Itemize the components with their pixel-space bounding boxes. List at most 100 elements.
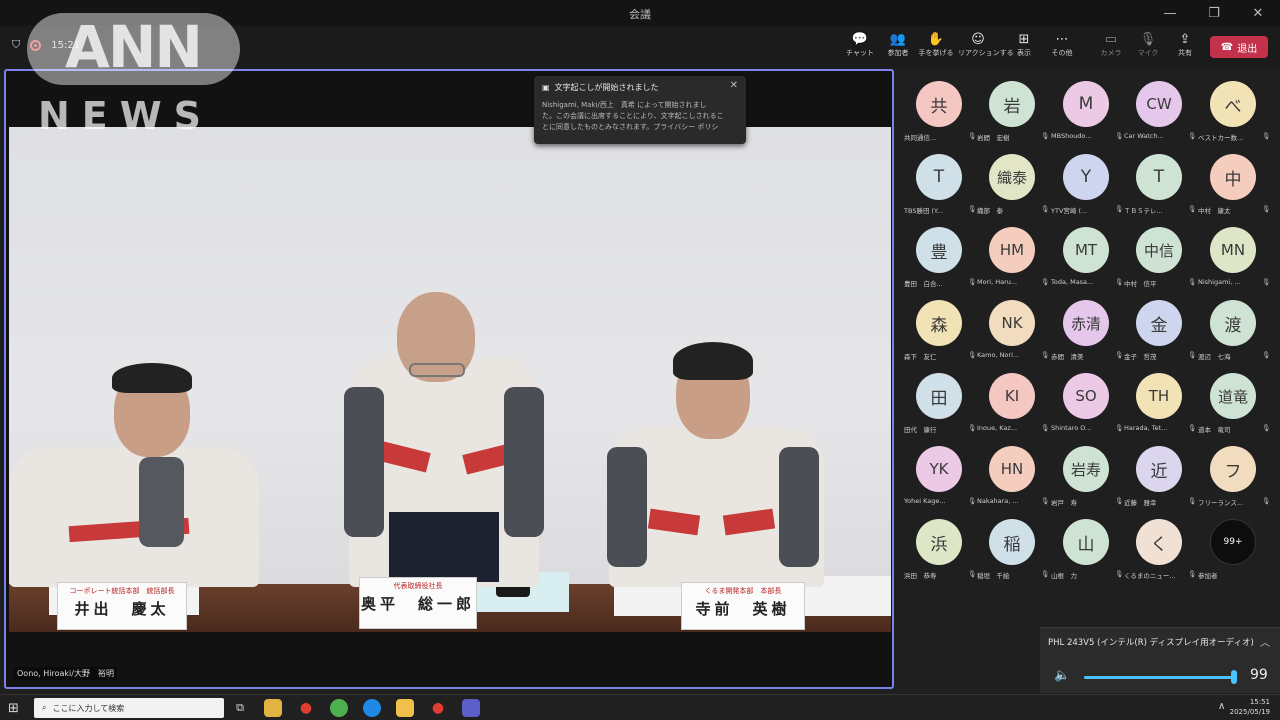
participant-avatar: TH: [1136, 373, 1182, 419]
toolbar-button-mic-off[interactable]: 🎙 マイク: [1128, 32, 1168, 64]
participant-name: 参加者: [1198, 572, 1218, 580]
participant-tile[interactable]: 浜浜田 恭寿 🎙: [902, 507, 976, 581]
toolbar-button-share[interactable]: ⇪ 共有: [1165, 32, 1205, 64]
participant-tile[interactable]: 道竜 道本 竜司 🎙: [1196, 361, 1270, 435]
search-placeholder: ここに入力して検索: [52, 703, 125, 713]
participant-tile[interactable]: 赤清 赤間 清美 🎙: [1049, 288, 1123, 362]
participant-tile[interactable]: 99+ 参加者: [1196, 507, 1270, 581]
phone-hangup-icon: ☎: [1220, 41, 1234, 53]
participant-tile[interactable]: Y YTV宮崎 (... 🎙: [1049, 142, 1123, 216]
participant-name: TBS勝田 (Y...: [904, 207, 943, 215]
participant-avatar: MT: [1063, 227, 1109, 273]
participant-tile[interactable]: CW Car Watch... 🎙: [1122, 69, 1196, 143]
chat-icon: 💬: [851, 32, 869, 47]
record-app-icon[interactable]: ●: [297, 699, 315, 717]
participant-tile[interactable]: 森森下 友仁 🎙: [902, 288, 976, 362]
participant-tile[interactable]: 田田代 康行 🎙: [902, 361, 976, 435]
participant-avatar: 岩: [989, 81, 1035, 127]
participant-tile[interactable]: SO Shintaro O... 🎙: [1049, 361, 1123, 435]
participant-name: Toda, Masa...: [1051, 278, 1094, 286]
file-explorer-icon[interactable]: [264, 699, 282, 717]
teams-icon[interactable]: [462, 699, 480, 717]
participant-tile[interactable]: 稲稲垣 千絵 🎙: [975, 507, 1049, 581]
participant-tile[interactable]: YK Yohei Kage... 🎙: [902, 434, 976, 508]
participant-tile[interactable]: 共共同通信... 🎙: [902, 69, 976, 143]
tray-chevron-icon[interactable]: ∧: [1218, 701, 1225, 712]
edge-icon[interactable]: [363, 699, 381, 717]
participant-name: Nakahara, ...: [977, 497, 1019, 505]
speaker-icon[interactable]: 🔈: [1054, 668, 1070, 683]
minimize-button[interactable]: —: [1148, 0, 1192, 26]
nameplate-name: 奥平 総一郎: [360, 595, 475, 613]
toolbar-button-chat[interactable]: 💬 チャット: [840, 32, 880, 64]
participant-tile[interactable]: 金金子 哲茂 🎙: [1122, 288, 1196, 362]
participant-name: YTV宮崎 (...: [1051, 207, 1088, 215]
leave-button[interactable]: ☎ 退出: [1210, 36, 1268, 58]
taskbar-search[interactable]: ⌕ ここに入力して検索: [34, 698, 224, 718]
participant-tile[interactable]: 中中村 康太 🎙: [1196, 142, 1270, 216]
notice-body-line: とに同意したものとみなされます。プライバシー ポリシ: [542, 123, 719, 131]
participant-tile[interactable]: HN Nakahara, ... 🎙: [975, 434, 1049, 508]
participant-tile[interactable]: 渡渡辺 七海 🎙: [1196, 288, 1270, 362]
participant-tile[interactable]: 近近藤 雅幸 🎙: [1122, 434, 1196, 508]
volume-slider-thumb[interactable]: [1231, 670, 1238, 684]
toolbar-button-camera-off[interactable]: ▭ カメラ: [1091, 32, 1131, 64]
participant-tile[interactable]: 山山根 力 🎙: [1049, 507, 1123, 581]
participant-tile[interactable]: TH Harada, Tet... 🎙: [1122, 361, 1196, 435]
participant-name: ベストカー数...: [1198, 134, 1244, 142]
main-video-stage[interactable]: コーポレート統括本部 統括部長 井出 慶太 代表取締役社長 奥平 総一郎 くるま…: [4, 69, 894, 689]
participant-tile[interactable]: HM Mori, Haru... 🎙: [975, 215, 1049, 289]
participant-tile[interactable]: くくるまのニュー... 🎙: [1122, 507, 1196, 581]
participant-name: 森下 友仁: [904, 353, 937, 361]
participant-avatar: M: [1063, 81, 1109, 127]
participant-tile[interactable]: T TBS勝田 (Y... 🎙: [902, 142, 976, 216]
participant-tile[interactable]: NK Kamo, Nori... 🎙: [975, 288, 1049, 362]
record-app-icon[interactable]: ●: [429, 699, 447, 717]
toolbar-button-label: その他: [1051, 49, 1073, 57]
participant-tile[interactable]: フフリーランス... 🎙: [1196, 434, 1270, 508]
volume-slider[interactable]: [1084, 670, 1238, 684]
mic-muted-icon: 🎙: [1262, 278, 1271, 286]
camera-off-icon: ▭: [1104, 32, 1118, 47]
toolbar-button-people[interactable]: 👥 参加者: [878, 32, 918, 64]
participant-tile[interactable]: 豊豊田 白合... 🎙: [902, 215, 976, 289]
leave-label: 退出: [1237, 43, 1258, 55]
participant-avatar: 共: [916, 81, 962, 127]
participant-tile[interactable]: T ＴＢＳテレ... 🎙: [1122, 142, 1196, 216]
system-clock[interactable]: 15:51 2025/05/19: [1230, 697, 1270, 717]
participant-avatar: HN: [989, 446, 1035, 492]
toolbar-button-raise-hand[interactable]: ✋ 手を挙げる: [916, 32, 956, 64]
participant-avatar: 森: [916, 300, 962, 346]
toolbar-button-more[interactable]: ⋯ その他: [1042, 32, 1082, 64]
nameplate-org: コーポレート統括本部 統括部長: [69, 587, 175, 595]
toolbar-button-view[interactable]: ⊞ 表示: [1004, 32, 1044, 64]
chevron-up-icon[interactable]: ︿: [1260, 634, 1270, 649]
toolbar-button-label: チャット: [846, 49, 874, 57]
participant-tile[interactable]: KI Inoue, Kaz... 🎙: [975, 361, 1049, 435]
close-window-button[interactable]: ✕: [1236, 0, 1280, 26]
maximize-button[interactable]: ❐: [1192, 0, 1236, 26]
participant-tile[interactable]: 岩岩間 宏樹 🎙: [975, 69, 1049, 143]
speaker-name-caption: Oono, Hiroaki/大野 裕明: [14, 667, 117, 680]
participant-avatar: 山: [1063, 519, 1109, 565]
close-notice-button[interactable]: ✕: [730, 80, 738, 91]
participant-tile[interactable]: 中信 中村 信平 🎙: [1122, 215, 1196, 289]
participant-tile[interactable]: MT Toda, Masa... 🎙: [1049, 215, 1123, 289]
participant-tile[interactable]: 織泰 織部 泰 🎙: [975, 142, 1049, 216]
participant-avatar: HM: [989, 227, 1035, 273]
participant-tile[interactable]: 岩寿 岩戸 寿 🎙: [1049, 434, 1123, 508]
participant-avatar: 浜: [916, 519, 962, 565]
participant-avatar: べ: [1210, 81, 1256, 127]
participant-tile[interactable]: M MBShoudo... 🎙: [1049, 69, 1123, 143]
chrome-icon[interactable]: [330, 699, 348, 717]
app-icon[interactable]: [396, 699, 414, 717]
participant-tile[interactable]: べベストカー数... 🎙: [1196, 69, 1270, 143]
task-view-icon[interactable]: ⧉: [231, 699, 249, 717]
participant-avatar: 田: [916, 373, 962, 419]
toolbar-button-reaction[interactable]: ☺ リアクションする: [958, 32, 1014, 64]
participant-tile[interactable]: MN Nishigami, ... 🎙: [1196, 215, 1270, 289]
windows-start-icon[interactable]: ⊞: [8, 701, 19, 716]
clock-time: 15:51: [1249, 698, 1270, 706]
participant-name: 豊田 白合...: [904, 280, 943, 288]
participant-avatar: 織泰: [989, 154, 1035, 200]
